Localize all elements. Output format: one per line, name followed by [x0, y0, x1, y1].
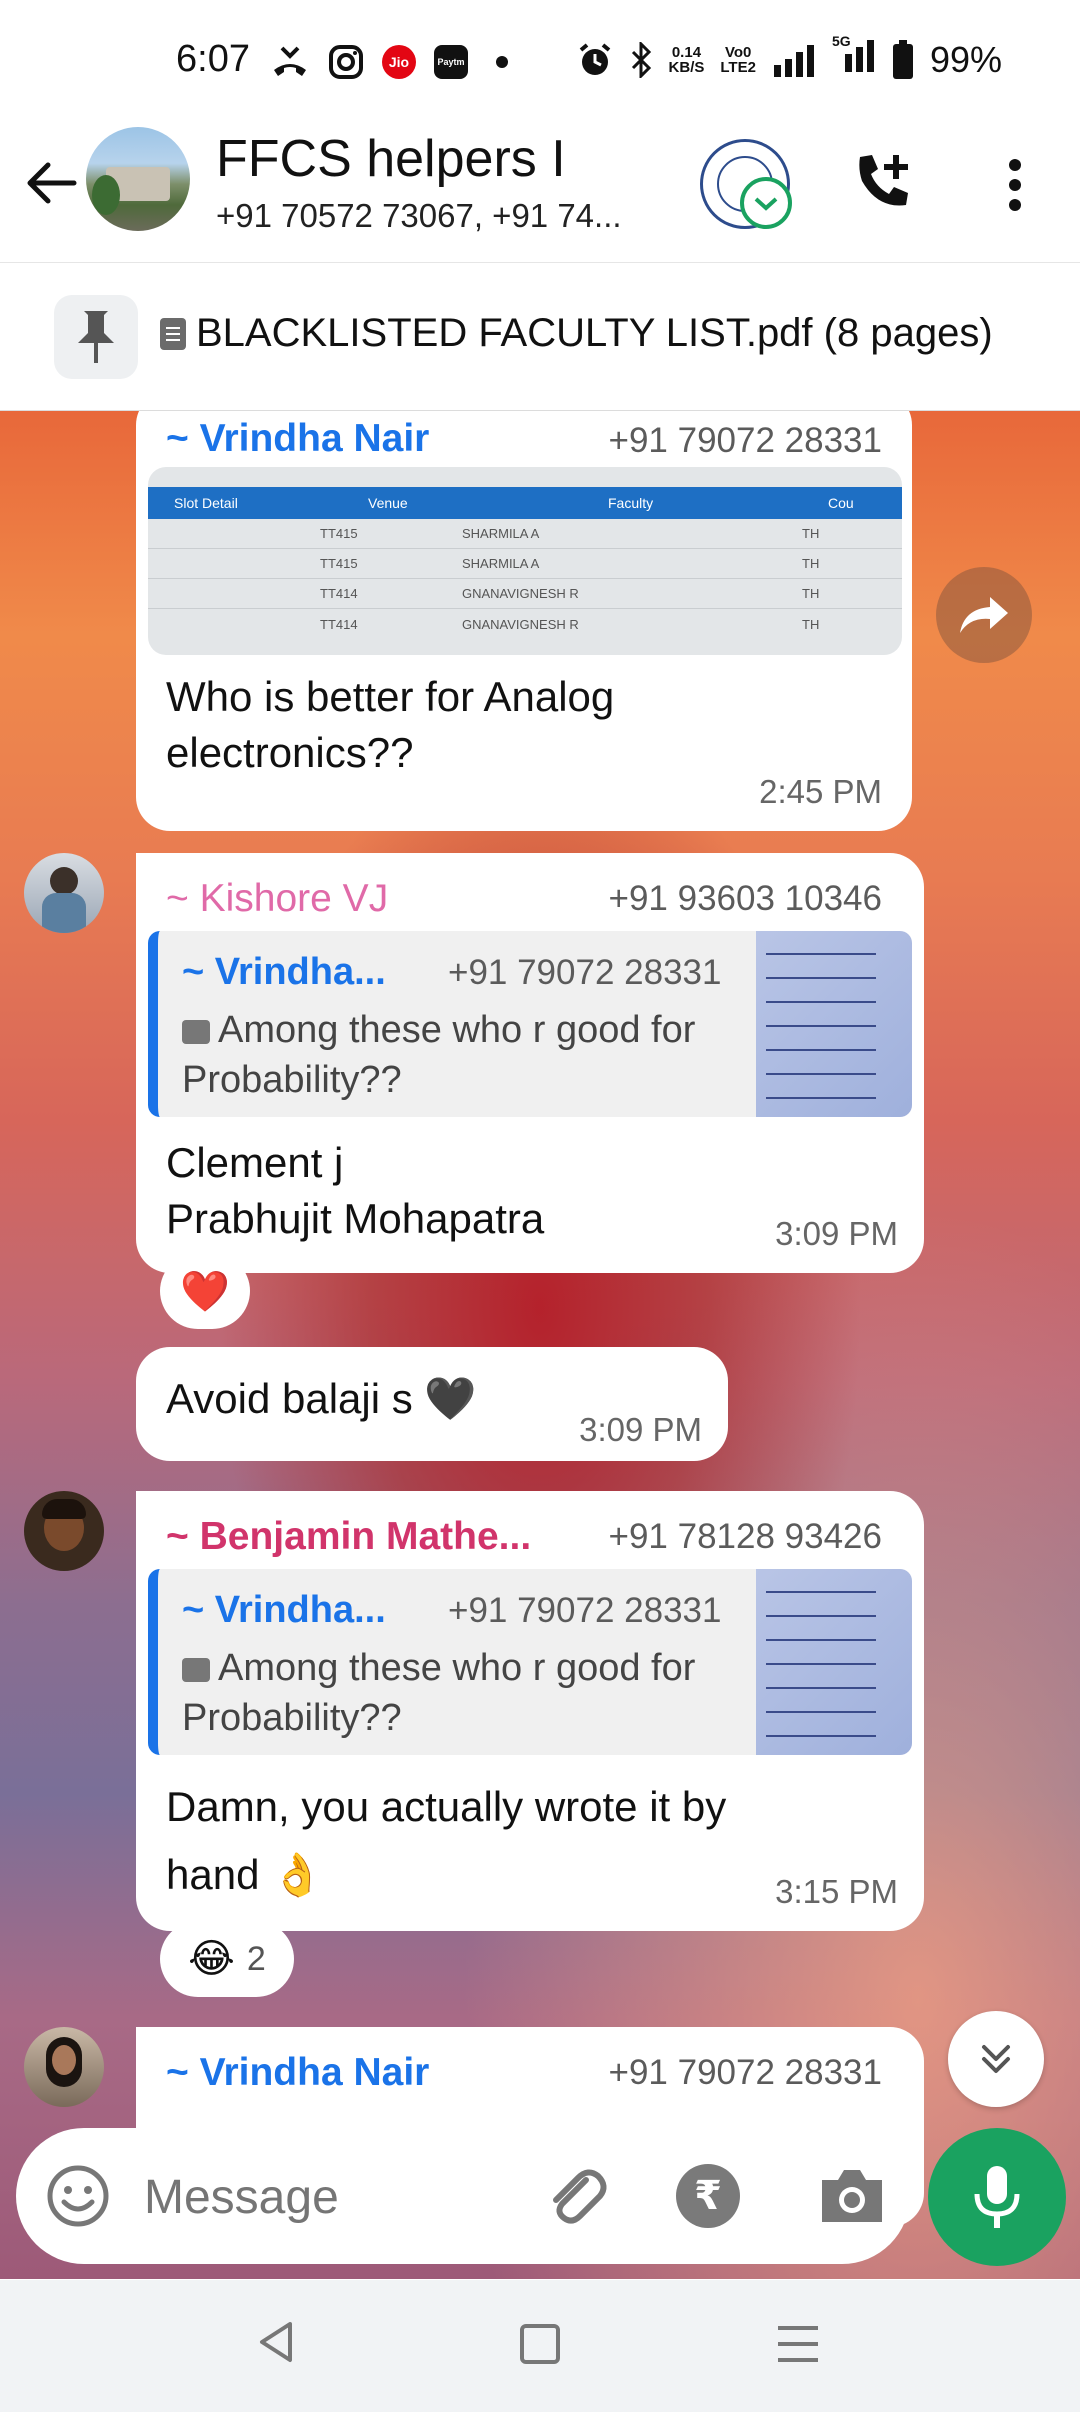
quoted-phone: +91 79072 28331: [448, 953, 722, 992]
image-icon: [182, 1020, 210, 1044]
pinned-message[interactable]: BLACKLISTED FACULTY LIST.pdf (8 pages): [160, 311, 993, 356]
bluetooth-icon: [631, 41, 651, 78]
camera-icon[interactable]: [816, 2164, 888, 2228]
mic-button[interactable]: [928, 2128, 1066, 2266]
avatar[interactable]: [24, 1491, 104, 1571]
missed-call-icon: [274, 46, 306, 76]
image-icon: [182, 1658, 210, 1682]
forward-icon[interactable]: [936, 567, 1032, 663]
nav-recents-icon[interactable]: [778, 2324, 818, 2364]
volte-indicator: Vo0 LTE2: [720, 43, 756, 76]
message-text: Clement j Prabhujit Mohapatra: [166, 1139, 545, 1242]
message-input[interactable]: [144, 2162, 504, 2232]
instagram-icon: [329, 45, 363, 79]
more-vert-icon[interactable]: [1000, 155, 1030, 215]
quoted-sender: ~ Vrindha...: [182, 1589, 386, 1631]
quoted-thumbnail: [756, 1569, 912, 1755]
status-time: 6:07: [176, 38, 250, 80]
nav-back-icon[interactable]: [256, 2320, 296, 2364]
message-time: 2:45 PM: [759, 773, 882, 810]
sender-phone: +91 79072 28331: [608, 2053, 882, 2092]
status-bar: 6:07 Jio Paytm 0.14 KB/S Vo0 LTE2 5G 99%: [0, 0, 1080, 125]
message-text: Who is better for Analog electronics??: [166, 673, 615, 776]
message-sender[interactable]: ~ Vrindha Nair: [166, 417, 429, 461]
scroll-down-icon[interactable]: [948, 2011, 1044, 2107]
quoted-text: Among these who r good for Probability??: [182, 1009, 696, 1101]
reaction[interactable]: ❤️: [160, 1253, 250, 1329]
message-sender[interactable]: ~ Kishore VJ: [166, 877, 388, 921]
rupee-icon[interactable]: ₹: [676, 2164, 740, 2228]
reaction-emoji: ❤️: [180, 1269, 230, 1314]
paytm-icon: Paytm: [434, 45, 468, 79]
add-call-icon[interactable]: [848, 147, 920, 219]
pin-icon[interactable]: [54, 295, 138, 379]
message-sender[interactable]: ~ Benjamin Mathe...: [166, 1515, 531, 1559]
group-title[interactable]: FFCS helpers I: [216, 129, 566, 189]
signal-icon: [773, 44, 814, 77]
reaction-count: 2: [246, 1939, 266, 1978]
message-text: Avoid balaji s 🖤: [166, 1375, 477, 1422]
dot-icon: [496, 56, 508, 68]
message-time: 3:09 PM: [579, 1411, 702, 1448]
quoted-thumbnail: [756, 931, 912, 1117]
timetable-rows: TT415 SHARMILA A TH TT415 SHARMILA A TH TT41…: [148, 519, 902, 639]
data-rate: 0.14 KB/S: [668, 43, 705, 76]
message-time: 3:09 PM: [775, 1215, 898, 1252]
quoted-sender: ~ Vrindha...: [182, 951, 386, 993]
avatar[interactable]: [24, 2027, 104, 2107]
message-composer: ₹: [16, 2128, 910, 2264]
pinned-message-text: BLACKLISTED FACULTY LIST.pdf (8 pages): [196, 311, 993, 355]
jio-icon: Jio: [382, 45, 416, 79]
reaction-emoji: 😂: [188, 1937, 235, 1981]
back-arrow-icon[interactable]: [22, 153, 82, 213]
group-avatar[interactable]: [86, 127, 190, 231]
message-bubble-4[interactable]: ~ Benjamin Mathe... +91 78128 93426 ~ Vr…: [136, 1491, 924, 1931]
attach-icon[interactable]: [540, 2160, 612, 2232]
sender-phone: +91 78128 93426: [608, 1517, 882, 1556]
sender-phone: +91 93603 10346: [608, 879, 882, 918]
message-bubble-1[interactable]: ~ Vrindha Nair +91 79072 28331 Slot Deta…: [136, 411, 912, 831]
quoted-message[interactable]: ~ Vrindha... +91 79072 28331 Among these…: [148, 1569, 912, 1755]
message-text: Damn, you actually wrote it by hand 👌: [166, 1783, 727, 1898]
chat-area[interactable]: ~ Vrindha Nair +91 79072 28331 Slot Deta…: [0, 411, 1080, 2279]
message-bubble-3[interactable]: Avoid balaji s 🖤 3:09 PM: [136, 1347, 728, 1461]
battery-percent: 99%: [929, 38, 1002, 80]
reaction[interactable]: 😂 2: [160, 1921, 294, 1997]
mic-icon: [974, 2166, 1020, 2228]
battery-icon: [892, 39, 913, 79]
document-icon: [160, 317, 186, 350]
notification-icons: Jio Paytm: [270, 44, 508, 80]
nav-home-icon[interactable]: [520, 2324, 560, 2364]
system-nav-bar: [0, 2280, 1080, 2412]
avatar[interactable]: [24, 853, 104, 933]
alarm-icon: [579, 42, 610, 75]
group-participants[interactable]: +91 70572 73067, +91 74...: [216, 197, 622, 235]
community-check-icon: [740, 177, 792, 229]
timetable-header: Slot Detail Venue Faculty Cou: [148, 487, 902, 519]
quoted-text: Among these who r good for Probability??: [182, 1647, 696, 1739]
message-bubble-2[interactable]: ~ Kishore VJ +91 93603 10346 ~ Vrindha..…: [136, 853, 924, 1273]
sender-phone: +91 79072 28331: [608, 421, 882, 460]
shared-image[interactable]: Slot Detail Venue Faculty Cou TT415 SHARM…: [148, 467, 902, 655]
quoted-message[interactable]: ~ Vrindha... +91 79072 28331 Among these…: [148, 931, 912, 1117]
signal-5g: 5G: [832, 34, 876, 81]
quoted-phone: +91 79072 28331: [448, 1591, 722, 1630]
system-status: 0.14 KB/S Vo0 LTE2 5G 99%: [577, 34, 1002, 81]
chat-header: FFCS helpers I +91 70572 73067, +91 74..…: [0, 125, 1080, 263]
emoji-icon[interactable]: [46, 2164, 110, 2228]
message-time: 3:15 PM: [775, 1873, 898, 1910]
message-sender[interactable]: ~ Vrindha Nair: [166, 2051, 429, 2095]
pinned-message-bar[interactable]: BLACKLISTED FACULTY LIST.pdf (8 pages): [0, 263, 1080, 411]
